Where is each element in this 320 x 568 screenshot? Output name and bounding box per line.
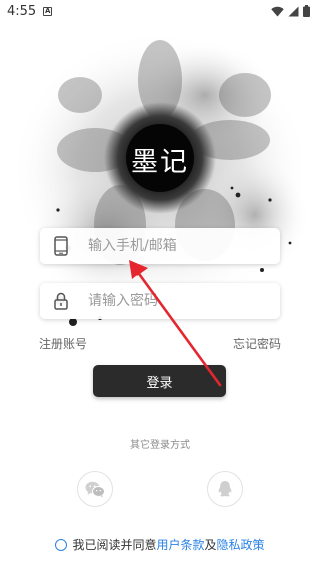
privacy-policy-link[interactable]: 隐私政策: [217, 536, 265, 553]
other-login-label: 其它登录方式: [130, 440, 190, 451]
forgot-password-link[interactable]: 忘记密码: [233, 335, 281, 352]
phone-icon: [54, 236, 68, 256]
user-terms-link[interactable]: 用户条款: [156, 536, 204, 553]
wechat-icon: [85, 481, 105, 497]
wifi-icon: [271, 6, 284, 16]
battery-icon: [303, 5, 310, 17]
wechat-login-button[interactable]: [77, 471, 113, 507]
agreement-row: 我已阅读并同意 用户条款 及 隐私政策: [0, 536, 320, 553]
password-field[interactable]: [40, 283, 280, 319]
agree-radio[interactable]: [55, 538, 68, 551]
qq-login-button[interactable]: [207, 471, 243, 507]
password-input[interactable]: [82, 283, 262, 319]
phone-email-field[interactable]: [40, 228, 280, 264]
register-link[interactable]: 注册账号: [39, 335, 87, 352]
agreement-prefix: 我已阅读并同意: [72, 538, 157, 552]
app-logo-text: 墨记: [131, 147, 189, 178]
status-bar: 4:55 A: [0, 0, 320, 22]
phone-email-input[interactable]: [82, 228, 262, 264]
qq-icon: [218, 481, 232, 497]
notification-icon: A: [43, 6, 53, 16]
account-links: 注册账号 忘记密码: [39, 335, 281, 352]
login-button[interactable]: 登录: [93, 365, 226, 397]
status-time: 4:55: [7, 3, 37, 19]
signal-icon: [288, 6, 299, 16]
agreement-joiner: 及: [204, 538, 217, 552]
lock-icon: [54, 292, 68, 310]
